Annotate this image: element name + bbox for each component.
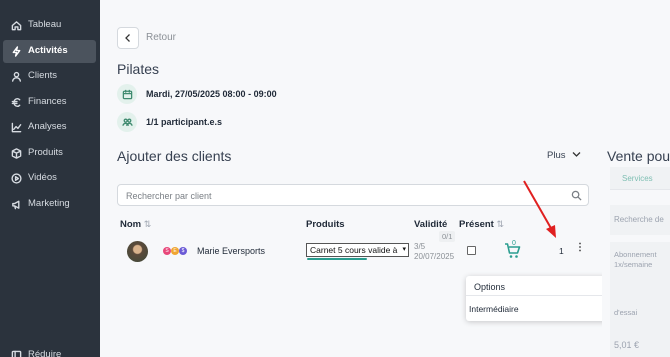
section-title: Ajouter des clients [117, 148, 232, 164]
page-title: Pilates [117, 61, 160, 77]
sidebar-item-label: Activités [28, 45, 68, 56]
badge-label: S [165, 248, 169, 254]
chevron-left-icon [125, 34, 130, 42]
play-icon [11, 173, 22, 184]
quantity-value: 1 [559, 246, 564, 256]
tab-services[interactable]: Services [610, 167, 670, 189]
validity-date: 20/07/2025 [414, 252, 455, 261]
box-icon [11, 148, 22, 159]
tab-services-label: Services [622, 174, 653, 183]
sidebar-item-tableau[interactable]: Tableau [3, 14, 96, 37]
sort-icon: ⇅ [143, 219, 152, 229]
column-header-products: Produits [306, 219, 345, 230]
lightning-icon [12, 46, 21, 57]
option-item-label[interactable]: Intermédiaire [469, 304, 519, 314]
sidebar-item-marketing[interactable]: Marketing [3, 193, 96, 216]
service-trial-label: d'essai [614, 308, 638, 317]
column-header-validity: Validité [414, 219, 448, 230]
cart-count: 0 [512, 240, 516, 247]
sidebar-item-label: Tableau [28, 19, 62, 30]
sidebar-item-finances[interactable]: Finances [3, 91, 96, 114]
search-icon [571, 190, 582, 201]
sidebar-item-label: Marketing [28, 198, 70, 209]
back-label[interactable]: Retour [146, 32, 176, 43]
sidebar-item-label: Finances [28, 96, 67, 107]
sidebar-item-label: Produits [28, 147, 63, 158]
client-search-input[interactable]: Rechercher par client [117, 184, 589, 206]
service-card-title: Abonnement [614, 250, 657, 259]
home-icon [11, 21, 22, 31]
sale-search-input[interactable]: Recherche de [610, 205, 670, 235]
badge-icon: E [171, 247, 179, 255]
chart-icon [11, 122, 22, 133]
sidebar-item-label: Clients [28, 70, 58, 81]
presence-counter: 0/1 [439, 231, 456, 242]
participants-count: 1/1 participant.e.s [146, 117, 223, 127]
column-header-name[interactable]: Nom ⇅ [120, 219, 151, 230]
badge-label: E [173, 248, 177, 254]
collapse-icon [11, 350, 22, 357]
back-button[interactable] [117, 27, 139, 49]
service-price: 5,01 € [614, 340, 640, 350]
column-header-present[interactable]: Présent ⇅ [459, 219, 504, 230]
avatar [127, 241, 148, 262]
sale-panel-title: Vente pour [607, 148, 670, 164]
service-card[interactable]: Abonnement 1x/semaine d'essai 5,01 € [610, 242, 670, 357]
sidebar-item-label: Vidéos [28, 172, 57, 183]
sale-panel: Vente pour Services Recherche de Abonnem… [602, 0, 670, 357]
validity-count: 3/5 [414, 242, 426, 251]
sidebar-collapse-label: Réduire [28, 349, 62, 357]
megaphone-icon [12, 200, 20, 210]
sidebar-item-analyses[interactable]: Analyses [3, 116, 96, 139]
client-name[interactable]: Marie Eversports [197, 246, 265, 256]
sidebar-item-label: Analyses [28, 121, 67, 132]
product-progress [307, 258, 367, 260]
sidebar-collapse-button[interactable]: Réduire [3, 344, 96, 357]
chevron-down-icon [572, 152, 581, 157]
sidebar-item-videos[interactable]: Vidéos [3, 167, 96, 190]
options-title: Options [474, 282, 506, 292]
participants-icon [117, 112, 137, 132]
service-card-subtitle: 1x/semaine [614, 260, 653, 269]
sidebar-item-activites[interactable]: Activités [3, 40, 96, 63]
product-select[interactable]: Carnet 5 cours valide à ▾ [306, 243, 409, 257]
search-placeholder: Rechercher par client [126, 191, 212, 201]
more-dropdown[interactable]: Plus [547, 150, 581, 161]
calendar-icon [117, 84, 137, 104]
main-content: Retour Pilates Mardi, 27/05/2025 08:00 -… [100, 0, 670, 357]
sidebar-item-clients[interactable]: Clients [3, 65, 96, 88]
column-header-name-label: Nom [120, 219, 142, 230]
sale-search-placeholder: Recherche de [614, 215, 664, 224]
chevron-down-icon: ▾ [402, 245, 406, 253]
user-icon [11, 71, 22, 82]
sidebar: Tableau Activités Clients Finances Analy… [0, 0, 100, 357]
more-label: Plus [547, 150, 566, 161]
sort-icon: ⇅ [496, 219, 505, 229]
present-checkbox[interactable] [467, 246, 476, 255]
session-datetime: Mardi, 27/05/2025 08:00 - 09:00 [146, 89, 277, 99]
divider [610, 189, 670, 190]
sidebar-item-produits[interactable]: Produits [3, 142, 96, 165]
row-options-button[interactable]: ⋮ [575, 243, 585, 253]
kebab-icon: ⋮ [575, 242, 585, 253]
column-header-present-label: Présent [459, 219, 494, 230]
euro-icon [11, 97, 21, 108]
badge-label: $ [181, 248, 185, 254]
badge-icon: $ [179, 247, 187, 255]
badge-icon: S [163, 247, 171, 255]
product-select-value: Carnet 5 cours valide à [310, 245, 398, 255]
cart-button[interactable]: 0 [504, 240, 524, 260]
